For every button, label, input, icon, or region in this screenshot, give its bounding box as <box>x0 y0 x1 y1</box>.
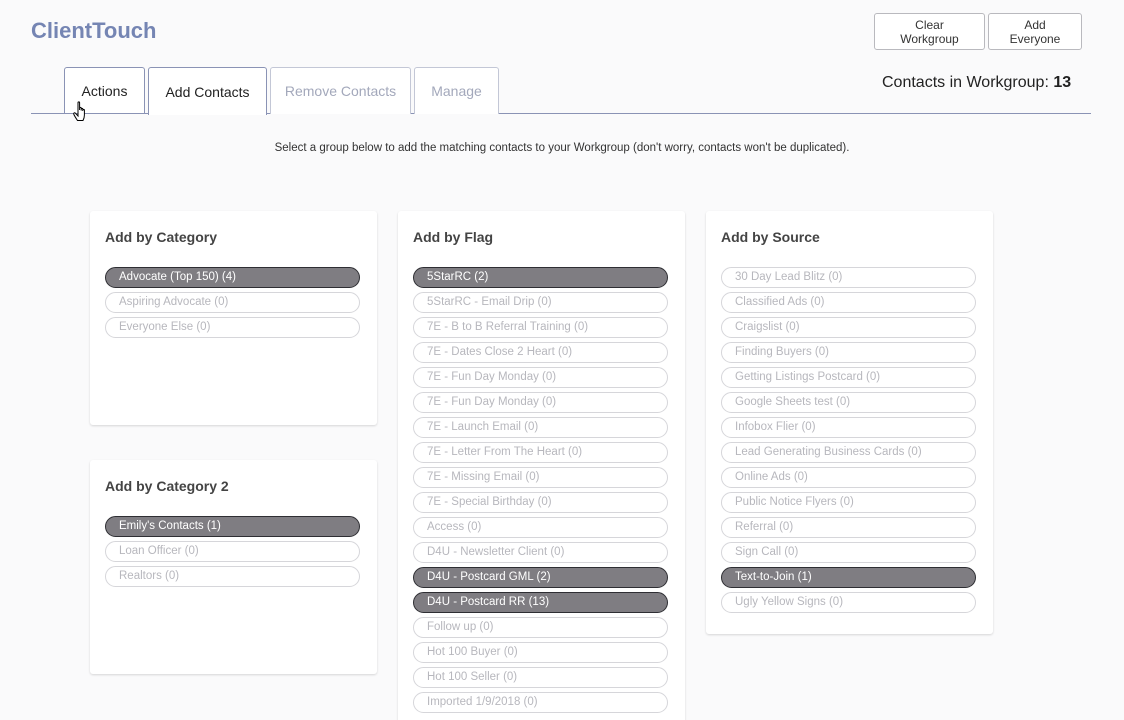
group-pill[interactable]: Advocate (Top 150) (4) <box>105 267 360 288</box>
group-pill[interactable]: Getting Listings Postcard (0) <box>721 367 976 388</box>
group-pill[interactable]: Everyone Else (0) <box>105 317 360 338</box>
group-pill[interactable]: Public Notice Flyers (0) <box>721 492 976 513</box>
group-pill[interactable]: Text-to-Join (1) <box>721 567 976 588</box>
panel-title: Add by Category 2 <box>105 478 229 494</box>
group-pill[interactable]: D4U - Postcard GML (2) <box>413 567 668 588</box>
panel-add-by-flag: Add by Flag 5StarRC (2) 5StarRC - Email D… <box>398 211 685 720</box>
panel-title: Add by Source <box>721 229 820 245</box>
panel-add-by-category: Add by Category Advocate (Top 150) (4) As… <box>90 211 377 425</box>
panel-title: Add by Category <box>105 229 218 245</box>
app-title: ClientTouch <box>31 18 157 43</box>
group-pill[interactable]: Hot 100 Seller (0) <box>413 667 668 688</box>
tab-add-contacts[interactable]: Add Contacts <box>148 67 267 115</box>
group-pill[interactable]: Google Sheets test (0) <box>721 392 976 413</box>
group-pill[interactable]: 7E - Special Birthday (0) <box>413 492 668 513</box>
group-pill[interactable]: 5StarRC - Email Drip (0) <box>413 292 668 313</box>
panel-add-by-category-2: Add by Category 2 Emily's Contacts (1) Lo… <box>90 460 377 674</box>
clear-workgroup-button[interactable]: Clear Workgroup <box>874 13 985 50</box>
group-pill[interactable]: Infobox Flier (0) <box>721 417 976 438</box>
group-pill[interactable]: Follow up (0) <box>413 617 668 638</box>
workgroup-count: Contacts in Workgroup: 13 <box>882 74 1071 92</box>
group-pill[interactable]: Hot 100 Buyer (0) <box>413 642 668 663</box>
group-pill[interactable]: Classified Ads (0) <box>721 292 976 313</box>
group-pill[interactable]: 7E - Dates Close 2 Heart (0) <box>413 342 668 363</box>
group-pill[interactable]: Sign Call (0) <box>721 542 976 563</box>
instructions-text: Select a group below to add the matching… <box>274 142 850 154</box>
group-pill[interactable]: 7E - Letter From The Heart (0) <box>413 442 668 463</box>
group-pill[interactable]: 7E - Fun Day Monday (0) <box>413 392 668 413</box>
group-pill[interactable]: Imported 1/9/2018 (0) <box>413 692 668 713</box>
workgroup-count-value: 13 <box>1053 74 1072 91</box>
workgroup-count-label: Contacts in Workgroup: <box>882 74 1054 91</box>
group-pill[interactable]: Referral (0) <box>721 517 976 538</box>
group-pill[interactable]: 7E - Missing Email (0) <box>413 467 668 488</box>
group-pill[interactable]: 7E - Fun Day Monday (0) <box>413 367 668 388</box>
group-pill[interactable]: Finding Buyers (0) <box>721 342 976 363</box>
group-pill[interactable]: Ugly Yellow Signs (0) <box>721 592 976 613</box>
group-pill[interactable]: Lead Generating Business Cards (0) <box>721 442 976 463</box>
group-pill[interactable]: Realtors (0) <box>105 566 360 587</box>
group-pill[interactable]: Online Ads (0) <box>721 467 976 488</box>
group-pill[interactable]: D4U - Newsletter Client (0) <box>413 542 668 563</box>
group-pill[interactable]: Aspiring Advocate (0) <box>105 292 360 313</box>
group-pill[interactable]: Loan Officer (0) <box>105 541 360 562</box>
group-pill[interactable]: 7E - Launch Email (0) <box>413 417 668 438</box>
group-pill[interactable]: Craigslist (0) <box>721 317 976 338</box>
tab-manage[interactable]: Manage <box>414 67 499 114</box>
add-everyone-button[interactable]: Add Everyone <box>988 13 1082 50</box>
group-pill[interactable]: D4U - Postcard RR (13) <box>413 592 668 613</box>
tab-remove-contacts[interactable]: Remove Contacts <box>270 67 411 114</box>
group-pill[interactable]: 30 Day Lead Blitz (0) <box>721 267 976 288</box>
panel-add-by-source: Add by Source 30 Day Lead Blitz (0) Class… <box>706 211 993 634</box>
hand-pointer-icon <box>73 101 85 121</box>
group-pill[interactable]: Access (0) <box>413 517 668 538</box>
group-pill[interactable]: 7E - B to B Referral Training (0) <box>413 317 668 338</box>
group-pill[interactable]: 5StarRC (2) <box>413 267 668 288</box>
group-pill[interactable]: Emily's Contacts (1) <box>105 516 360 537</box>
panel-title: Add by Flag <box>413 229 494 245</box>
